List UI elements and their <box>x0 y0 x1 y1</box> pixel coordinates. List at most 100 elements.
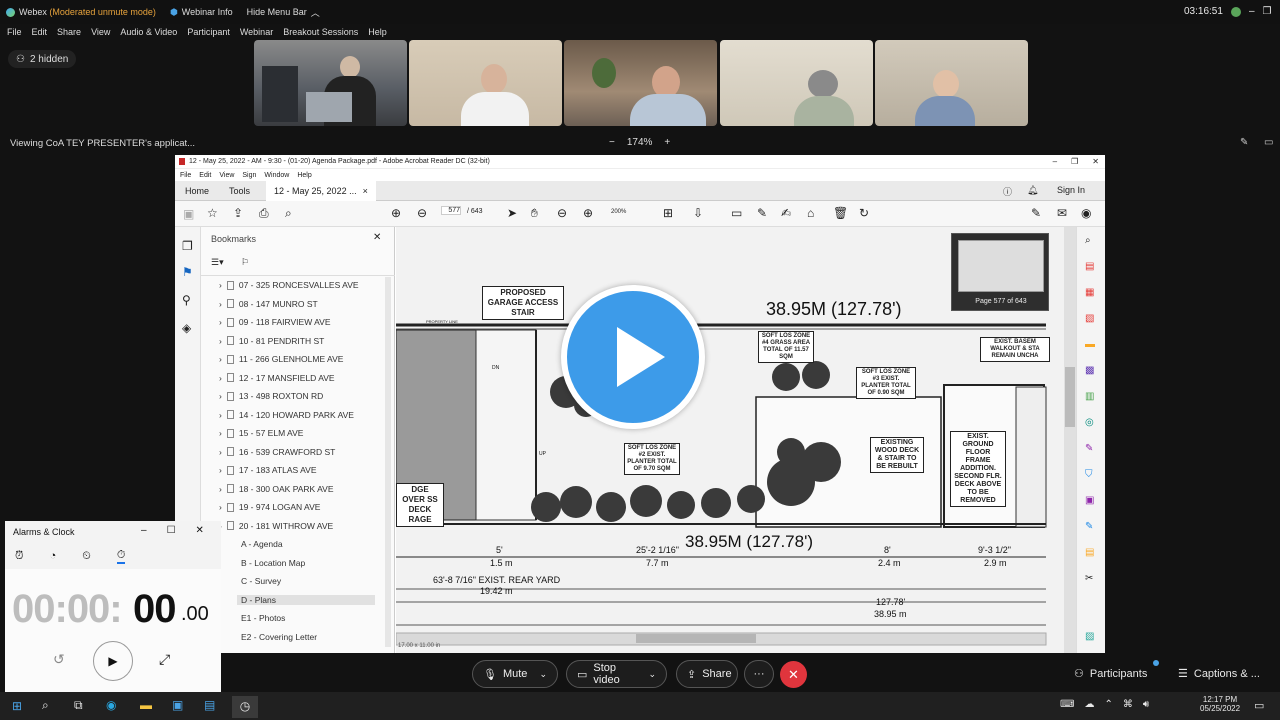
combine-icon[interactable]: ▩ <box>1085 365 1094 376</box>
bookmark-item[interactable]: › 09 - 118 FAIRVIEW AVE <box>219 317 331 327</box>
alarms-close-button[interactable]: ✕ <box>196 525 204 536</box>
acrobat-minimize-button[interactable]: – <box>1053 157 1057 166</box>
comment-icon[interactable]: ▭ <box>731 206 742 220</box>
save-icon[interactable]: ▣ <box>183 207 194 221</box>
bookmark-options-icon[interactable]: ☰▾ <box>211 257 224 268</box>
menu-breakout-sessions[interactable]: Breakout Sessions <box>283 27 358 37</box>
keyboard-icon[interactable]: ⌨ <box>1060 699 1074 710</box>
pen-icon[interactable]: ✎ <box>757 206 767 220</box>
stamp-icon[interactable]: ⌂ <box>807 206 814 220</box>
create-pdf-icon[interactable]: ▦ <box>1085 287 1094 298</box>
tab-tools[interactable]: Tools <box>219 186 260 196</box>
upload-icon[interactable]: ⇪ <box>233 206 243 220</box>
network-icon[interactable]: ⌘ <box>1123 699 1133 710</box>
alarms-minimize-button[interactable]: – <box>141 525 147 536</box>
outlook-icon[interactable]: ▤ <box>204 698 215 712</box>
stop-video-button[interactable]: ▭ Stop video ⌄ <box>566 660 667 688</box>
bookmarks-close-icon[interactable]: ✕ <box>373 232 381 243</box>
bookmark-item[interactable]: › 10 - 81 PENDRITH ST <box>219 336 324 346</box>
zoom-in-button[interactable]: + <box>664 137 670 148</box>
account-icon[interactable]: ◉ <box>1081 206 1091 220</box>
prev-page-icon[interactable]: ⊕ <box>391 206 401 220</box>
timer-tab-icon[interactable]: ⏲︎ <box>82 550 91 563</box>
expand-chevron-icon[interactable]: › <box>219 410 222 420</box>
stamp-tool-icon[interactable]: ▤ <box>1085 547 1094 558</box>
hand-tool-icon[interactable]: ✋︎ <box>531 206 538 221</box>
expand-icon[interactable]: ⤢ <box>159 651 170 668</box>
fill-sign-tool-icon[interactable]: ✎ <box>1085 443 1093 454</box>
minimize-button[interactable]: – <box>1249 6 1255 17</box>
taskbar-search-icon[interactable]: ⌕ <box>42 698 49 713</box>
bookmark-icon[interactable]: ⚑ <box>182 265 193 279</box>
notifications-icon[interactable]: ▭ <box>1254 699 1264 712</box>
layers-icon[interactable]: ◈ <box>182 321 191 335</box>
explorer-icon[interactable]: ▬ <box>140 698 152 712</box>
expand-chevron-icon[interactable]: › <box>219 447 222 457</box>
scan-icon[interactable]: ◎ <box>1085 417 1094 428</box>
sub-bookmark-item[interactable]: E2 - Covering Letter <box>241 632 317 642</box>
cloud-icon[interactable]: ☁ <box>1084 699 1094 710</box>
new-bookmark-icon[interactable]: ⚐ <box>241 257 249 268</box>
bookmark-item[interactable]: › 12 - 17 MANSFIELD AVE <box>219 373 335 383</box>
video-tile-2[interactable] <box>409 40 562 126</box>
bell-icon[interactable]: 🔔︎ <box>1027 185 1038 196</box>
bookmark-item[interactable]: › 16 - 539 CRAWFORD ST <box>219 447 335 457</box>
expand-chevron-icon[interactable]: › <box>219 280 222 290</box>
email-icon[interactable]: ✉ <box>1057 206 1067 220</box>
more-tools-icon[interactable]: ✂ <box>1085 573 1093 584</box>
edit-pdf-icon[interactable]: ▧ <box>1085 313 1094 324</box>
trash-icon[interactable]: 🗑︎ <box>833 206 848 220</box>
select-tool-icon[interactable]: ➤ <box>507 206 517 220</box>
organize-icon[interactable]: ▥ <box>1085 391 1094 402</box>
acrobat-menu-file[interactable]: File <box>180 172 191 179</box>
send-sign-icon[interactable]: ▣ <box>1085 495 1094 506</box>
rotate-icon[interactable]: ↻ <box>859 206 869 220</box>
star-icon[interactable]: ☆ <box>207 206 218 220</box>
tab-close-icon[interactable]: × <box>363 186 368 196</box>
expand-chevron-icon[interactable]: › <box>219 336 222 346</box>
bookmark-item[interactable]: › 14 - 120 HOWARD PARK AVE <box>219 410 354 420</box>
menu-audio-video[interactable]: Audio & Video <box>120 27 177 37</box>
expand-chevron-icon[interactable]: › <box>219 373 222 383</box>
video-tile-3[interactable] <box>564 40 717 126</box>
expand-chevron-icon[interactable]: › <box>219 465 222 475</box>
menu-file[interactable]: File <box>7 27 22 37</box>
expand-chevron-icon[interactable]: › <box>219 391 222 401</box>
menu-edit[interactable]: Edit <box>32 27 48 37</box>
search-icon[interactable]: ⌕ <box>285 206 292 221</box>
scroll-mode-icon[interactable]: ⇩ <box>693 206 703 220</box>
expand-chevron-icon[interactable]: › <box>219 502 222 512</box>
print-icon[interactable]: ⎙ <box>259 206 269 221</box>
bookmark-item[interactable]: › 11 - 266 GLENHOLME AVE <box>219 354 343 364</box>
search-tool-icon[interactable]: ⌕ <box>1085 235 1091 246</box>
video-tile-5[interactable] <box>875 40 1028 126</box>
protect-icon[interactable]: ⛉ <box>1085 469 1093 480</box>
end-meeting-button[interactable]: ✕ <box>780 661 807 688</box>
redact-icon[interactable]: ✎ <box>1085 521 1093 532</box>
acrobat-menu-window[interactable]: Window <box>264 172 289 179</box>
zoom-out-button[interactable]: − <box>609 137 615 148</box>
export-pdf-icon[interactable]: ▤ <box>1085 261 1094 272</box>
edge-icon[interactable]: ◉ <box>106 698 116 712</box>
video-tile-4[interactable] <box>720 40 873 126</box>
bookmarks-scrollbar[interactable] <box>385 277 391 647</box>
stopwatch-tab-icon[interactable]: ⏱︎ <box>116 549 126 564</box>
more-options-button[interactable]: ··· <box>744 660 774 688</box>
expand-chevron-icon[interactable]: › <box>219 317 222 327</box>
bookmark-item[interactable]: › 19 - 974 LOGAN AVE <box>219 502 320 512</box>
stopwatch-play-button[interactable]: ▶ <box>93 641 133 681</box>
expand-panel-icon[interactable]: ▨ <box>1085 631 1094 642</box>
pop-out-icon[interactable]: ▭ <box>1264 137 1273 148</box>
sub-bookmark-item[interactable]: C - Survey <box>241 576 281 586</box>
tab-home[interactable]: Home <box>175 186 219 196</box>
sub-bookmark-item[interactable]: A - Agenda <box>241 539 283 549</box>
fill-sign-icon[interactable]: ✎ <box>1031 206 1041 220</box>
acrobat-menu-sign[interactable]: Sign <box>242 172 256 179</box>
zoom-out-icon[interactable]: ⊖ <box>557 206 567 220</box>
pdf-page[interactable]: PROPOSED GARAGE ACCESS STAIR 38.95M (127… <box>396 227 1076 653</box>
bookmark-item[interactable]: › 08 - 147 MUNRO ST <box>219 299 318 309</box>
task-view-icon[interactable]: ⧉ <box>74 698 83 713</box>
participants-button[interactable]: ⚇ Participants <box>1074 667 1147 681</box>
video-tile-1[interactable] <box>254 40 407 126</box>
acrobat-menu-help[interactable]: Help <box>297 172 311 179</box>
